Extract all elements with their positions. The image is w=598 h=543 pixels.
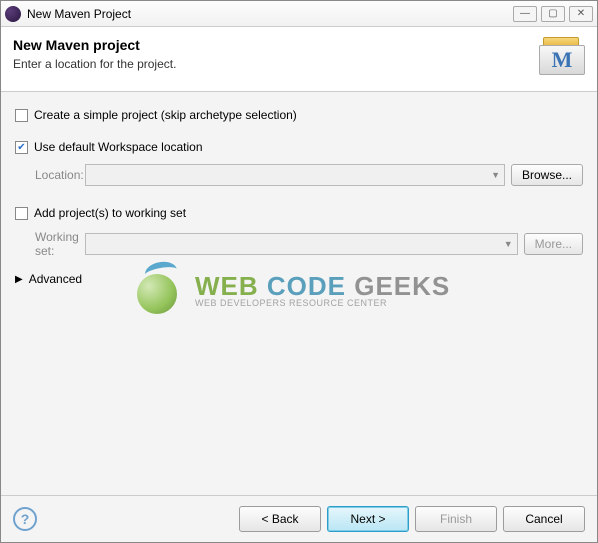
location-label: Location: <box>15 168 85 182</box>
location-combo[interactable]: ▼ <box>85 164 505 186</box>
working-set-combo[interactable]: ▼ <box>85 233 518 255</box>
default-workspace-checkbox[interactable] <box>15 141 28 154</box>
app-icon <box>5 6 21 22</box>
window-controls: — ▢ ✕ <box>513 6 593 22</box>
working-set-cb-label: Add project(s) to working set <box>34 206 186 220</box>
maven-icon: M <box>539 37 585 77</box>
working-set-label: Working set: <box>15 230 85 258</box>
default-workspace-row[interactable]: Use default Workspace location <box>15 140 583 154</box>
chevron-down-icon: ▼ <box>491 170 500 180</box>
simple-project-row[interactable]: Create a simple project (skip archetype … <box>15 108 583 122</box>
browse-button[interactable]: Browse... <box>511 164 583 186</box>
default-workspace-label: Use default Workspace location <box>34 140 203 154</box>
minimize-button[interactable]: — <box>513 6 537 22</box>
expand-icon: ▶ <box>15 274 23 285</box>
help-icon[interactable]: ? <box>13 507 37 531</box>
watermark: WEB CODE GEEKS WEB DEVELOPERS RESOURCE C… <box>131 262 450 318</box>
back-button[interactable]: < Back <box>239 506 321 532</box>
working-set-checkbox[interactable] <box>15 207 28 220</box>
page-title: New Maven project <box>13 37 539 53</box>
simple-project-label: Create a simple project (skip archetype … <box>34 108 297 122</box>
more-button[interactable]: More... <box>524 233 583 255</box>
simple-project-checkbox[interactable] <box>15 109 28 122</box>
wizard-header: New Maven project Enter a location for t… <box>1 27 597 92</box>
cancel-button[interactable]: Cancel <box>503 506 585 532</box>
advanced-label: Advanced <box>29 272 82 286</box>
maximize-button[interactable]: ▢ <box>541 6 565 22</box>
working-set-cb-row[interactable]: Add project(s) to working set <box>15 206 583 220</box>
wizard-footer: ? < Back Next > Finish Cancel <box>1 495 597 542</box>
advanced-toggle[interactable]: ▶ Advanced <box>15 272 583 286</box>
watermark-subtitle: WEB DEVELOPERS RESOURCE CENTER <box>195 299 450 308</box>
chevron-down-icon: ▼ <box>504 239 513 249</box>
close-button[interactable]: ✕ <box>569 6 593 22</box>
wizard-content: Create a simple project (skip archetype … <box>1 92 597 495</box>
page-subtitle: Enter a location for the project. <box>13 57 539 71</box>
finish-button[interactable]: Finish <box>415 506 497 532</box>
watermark-logo-icon <box>131 262 187 318</box>
window-title: New Maven Project <box>27 7 513 21</box>
titlebar: New Maven Project — ▢ ✕ <box>1 1 597 27</box>
next-button[interactable]: Next > <box>327 506 409 532</box>
